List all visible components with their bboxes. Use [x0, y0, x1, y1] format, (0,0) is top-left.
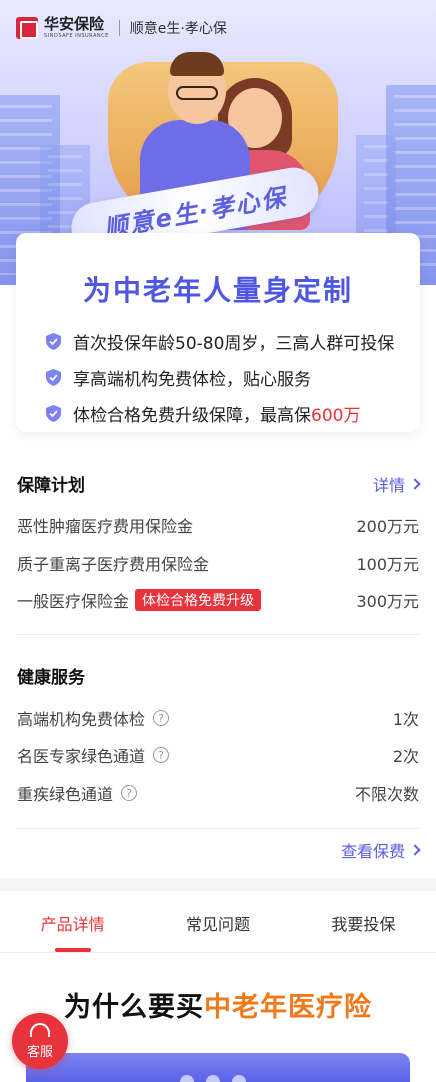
why-buy-accent: 中老年医疗险 — [204, 992, 372, 1023]
plan-row-label: 一般医疗保险金 — [17, 592, 130, 611]
why-buy-prefix: 为什么要买 — [64, 992, 204, 1023]
shield-check-icon — [46, 404, 61, 422]
sinosafe-logo-icon — [16, 17, 38, 39]
feature-list: 首次投保年龄50-80周岁，三高人群可投保 享高端机构免费体检，贴心服务 体检合… — [46, 323, 394, 431]
health-row-value: 2次 — [392, 747, 419, 766]
tab-buy[interactable]: 我要投保 — [291, 897, 436, 952]
tab-bar: 产品详情 常见问题 我要投保 — [0, 897, 436, 953]
feature-item: 体检合格免费升级保障，最高保 600万 — [46, 395, 394, 431]
chevron-right-icon — [409, 844, 421, 856]
health-row: 名医专家绿色通道 ? 2次 — [17, 743, 419, 767]
feature-text: 首次投保年龄50-80周岁，三高人群可投保 — [73, 333, 395, 354]
health-row-label: 重疾绿色通道 — [17, 785, 114, 804]
tab-product-details[interactable]: 产品详情 — [0, 897, 145, 952]
view-premium-label: 查看保费 — [340, 842, 405, 861]
plan-row: 恶性肿瘤医疗费用保险金 200万元 — [17, 513, 419, 537]
feature-item: 首次投保年龄50-80周岁，三高人群可投保 — [46, 323, 394, 359]
health-row-label-wrap: 高端机构免费体检 ? — [17, 706, 170, 730]
chevron-right-icon — [409, 478, 421, 490]
health-row-label: 高端机构免费体检 — [17, 710, 146, 729]
health-row-label-wrap: 名医专家绿色通道 ? — [17, 743, 170, 767]
help-circle-icon[interactable]: ? — [153, 710, 170, 726]
plan-row-label: 恶性肿瘤医疗费用保险金 — [17, 517, 194, 536]
shield-check-icon — [46, 368, 61, 386]
section-divider — [17, 828, 419, 829]
health-row-label: 名医专家绿色通道 — [17, 747, 146, 766]
view-premium-link[interactable]: 查看保费 — [340, 838, 421, 862]
health-row-label-wrap: 重疾绿色通道 ? — [17, 781, 138, 805]
brand-header: 华安保险 SINOSAFE INSURANCE 顺意e生·孝心保 — [16, 16, 227, 40]
health-row-value: 不限次数 — [354, 785, 419, 804]
plan-row-value: 100万元 — [356, 555, 419, 574]
plan-row-value: 200万元 — [356, 517, 419, 536]
product-name: 顺意e生·孝心保 — [129, 21, 227, 37]
headset-icon — [30, 1022, 50, 1037]
upgrade-badge: 体检合格免费升级 — [135, 589, 262, 611]
plan-row-value: 300万元 — [356, 592, 419, 611]
help-circle-icon[interactable]: ? — [153, 747, 170, 763]
health-section-title: 健康服务 — [17, 668, 85, 688]
intro-title: 为中老年人量身定制 — [82, 274, 353, 307]
brand-name-cn: 华安保险 — [44, 15, 105, 33]
health-row: 高端机构免费体检 ? 1次 — [17, 706, 419, 730]
plan-row: 质子重离子医疗费用保险金 100万元 — [17, 551, 419, 575]
feature-text: 享高端机构免费体检，贴心服务 — [73, 369, 311, 390]
max-coverage-highlight: 600万 — [311, 405, 361, 426]
plan-detail-link[interactable]: 详情 — [372, 472, 421, 496]
tab-faq[interactable]: 常见问题 — [145, 897, 290, 952]
plan-row: 一般医疗保险金 体检合格免费升级 300万元 — [17, 588, 419, 612]
help-circle-icon[interactable]: ? — [121, 785, 138, 801]
plan-row-label: 质子重离子医疗费用保险金 — [17, 555, 210, 574]
shield-check-icon — [46, 332, 61, 350]
health-row: 重疾绿色通道 ? 不限次数 — [17, 781, 419, 805]
elderly-man-hair — [170, 52, 224, 76]
brand-logo-text: 华安保险 SINOSAFE INSURANCE — [44, 17, 109, 39]
glasses-icon — [176, 86, 218, 100]
plan-section-title: 保障计划 — [17, 476, 85, 496]
brand-name-en: SINOSAFE INSURANCE — [44, 33, 109, 39]
health-row-value: 1次 — [392, 710, 419, 729]
customer-service-button[interactable]: 客服 — [12, 1013, 68, 1069]
why-buy-heading: 为什么要买中老年医疗险 — [0, 985, 436, 1024]
detail-link-label: 详情 — [372, 476, 405, 495]
section-divider — [17, 634, 419, 635]
brand-divider — [118, 20, 120, 36]
customer-service-label: 客服 — [26, 1044, 53, 1060]
banner-decoration — [180, 1075, 246, 1082]
plan-row-label-wrap: 一般医疗保险金 体检合格免费升级 — [17, 588, 262, 612]
feature-text: 体检合格免费升级保障，最高保 — [73, 405, 311, 426]
intro-card: 为中老年人量身定制 首次投保年龄50-80周岁，三高人群可投保 享高端机构免费体… — [16, 233, 420, 432]
section-gap — [0, 878, 436, 891]
feature-item: 享高端机构免费体检，贴心服务 — [46, 359, 394, 395]
